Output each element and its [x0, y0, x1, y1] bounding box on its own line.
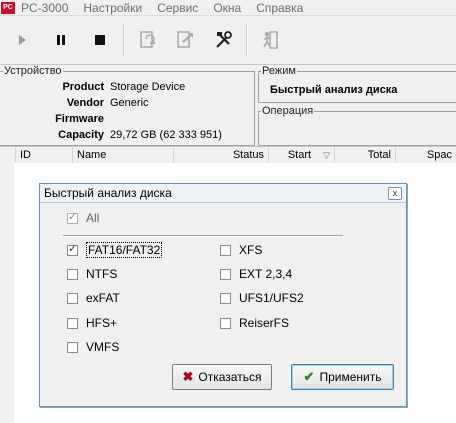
task-export-button[interactable] — [175, 30, 195, 50]
play-icon — [19, 35, 26, 45]
tools-button[interactable] — [214, 30, 234, 50]
cancel-button-label: Отказаться — [198, 370, 262, 384]
product-label: Product — [62, 81, 104, 93]
checkbox-reiserfs-label: ReiserFS — [239, 316, 290, 330]
column-spacer — [0, 147, 16, 163]
checkbox-reiserfs[interactable]: ReiserFS — [220, 315, 289, 331]
checkbox-xfs-label: XFS — [239, 243, 263, 257]
dialog-titlebar[interactable]: Быстрый анализ диска x — [40, 184, 406, 203]
dialog-title: Быстрый анализ диска — [44, 186, 172, 200]
info-row-vendor: Vendor Generic — [0, 97, 250, 113]
stop-icon — [95, 35, 105, 45]
vendor-value: Generic — [110, 97, 149, 109]
checkbox-ufs[interactable]: UFS1/UFS2 — [220, 290, 304, 306]
vendor-label: Vendor — [66, 97, 104, 109]
column-id[interactable]: ID — [16, 147, 73, 163]
column-space[interactable]: Spac — [396, 147, 456, 163]
checkbox-vmfs-box[interactable] — [67, 341, 78, 353]
device-group-title: Устройство — [3, 65, 63, 77]
capacity-value: 29,72 GB (62 333 951) — [110, 129, 222, 141]
operation-group: Операция — [258, 105, 456, 146]
menu-bar: PC PC-3000 Настройки Сервис Окна Справка — [0, 0, 456, 16]
checkbox-ext-box[interactable] — [220, 268, 231, 280]
info-row-capacity: Capacity 29,72 GB (62 333 951) — [0, 129, 250, 145]
table-left-strip — [0, 163, 14, 423]
apply-button-label: Применить — [319, 370, 382, 384]
checkbox-ufs-label: UFS1/UFS2 — [239, 291, 304, 305]
column-total[interactable]: Total — [335, 147, 396, 163]
fs-select-dialog: Быстрый анализ диска x ✓ All ✓ FAT16/FAT… — [39, 183, 407, 407]
column-start[interactable]: Start ▽ — [269, 147, 335, 163]
checkbox-ntfs-box[interactable] — [67, 268, 78, 280]
checkbox-fat-box[interactable]: ✓ — [67, 242, 78, 256]
checkbox-hfs[interactable]: HFS+ — [67, 315, 117, 331]
checkbox-reiserfs-box[interactable] — [220, 317, 231, 329]
checkbox-all[interactable]: ✓ All — [67, 210, 99, 226]
check-icon: ✓ — [68, 210, 78, 223]
toolbar-separator — [123, 24, 125, 56]
info-row-firmware: Firmware — [0, 113, 250, 129]
checkbox-exfat-box[interactable] — [67, 292, 78, 304]
checkbox-ext[interactable]: EXT 2,3,4 — [220, 266, 292, 282]
checkbox-ntfs-label: NTFS — [86, 267, 118, 281]
checkbox-all-label: All — [86, 211, 100, 225]
info-row-product: Product Storage Device — [0, 81, 250, 97]
dialog-close-button[interactable]: x — [388, 187, 402, 200]
app-logo: PC — [1, 1, 15, 14]
checkbox-xfs[interactable]: XFS — [220, 242, 262, 258]
checkbox-ext-label: EXT 2,3,4 — [239, 267, 293, 281]
checkbox-xfs-box[interactable] — [220, 244, 231, 256]
check-icon: ✓ — [68, 242, 78, 255]
exit-icon — [263, 31, 278, 49]
checkbox-fat-label: FAT16/FAT32 — [86, 242, 163, 258]
sort-indicator-icon: ▽ — [323, 150, 330, 160]
cancel-button[interactable]: ✖ Отказаться — [172, 364, 272, 390]
checkbox-exfat-label: exFAT — [86, 291, 120, 305]
column-start-label: Start — [287, 149, 312, 161]
table-header: ID Name Status Start ▽ Total Spac — [0, 146, 456, 164]
menu-settings[interactable]: Настройки — [83, 1, 142, 15]
app-title: PC-3000 — [21, 0, 69, 15]
close-icon: x — [392, 188, 398, 198]
task-refresh-button[interactable] — [138, 30, 158, 50]
checkbox-vmfs-label: VMFS — [86, 340, 120, 354]
checkbox-exfat[interactable]: exFAT — [67, 290, 120, 306]
device-group: Устройство Product Storage Device Vendor… — [0, 65, 255, 146]
stop-button[interactable] — [90, 30, 110, 50]
task-refresh-icon — [140, 31, 156, 48]
capacity-label: Capacity — [58, 129, 104, 141]
checkbox-ufs-box[interactable] — [220, 292, 231, 304]
firmware-label: Firmware — [55, 113, 104, 125]
pause-button[interactable] — [51, 30, 71, 50]
toolbar — [0, 16, 456, 65]
task-export-icon — [177, 31, 193, 48]
pause-icon — [57, 35, 65, 45]
toolbar-separator — [246, 24, 248, 56]
exit-button[interactable] — [260, 30, 280, 50]
menu-help[interactable]: Справка — [256, 1, 303, 15]
checkbox-hfs-box[interactable] — [67, 317, 78, 329]
checkbox-hfs-label: HFS+ — [86, 316, 118, 330]
menu-windows[interactable]: Окна — [213, 1, 241, 15]
apply-button[interactable]: ✔ Применить — [291, 364, 394, 390]
play-button[interactable] — [12, 30, 32, 50]
cancel-icon: ✖ — [182, 369, 194, 384]
dialog-divider — [63, 235, 343, 237]
menu-service[interactable]: Сервис — [157, 1, 198, 15]
column-status[interactable]: Status — [174, 147, 269, 163]
tools-icon — [216, 31, 232, 48]
product-value: Storage Device — [110, 81, 186, 93]
apply-icon: ✔ — [303, 369, 315, 384]
checkbox-fat[interactable]: ✓ FAT16/FAT32 — [67, 242, 163, 258]
checkbox-vmfs[interactable]: VMFS — [67, 339, 119, 355]
column-name[interactable]: Name — [73, 147, 174, 163]
checkbox-ntfs[interactable]: NTFS — [67, 266, 117, 282]
operation-group-title: Операция — [261, 105, 315, 117]
mode-group: Режим Быстрый анализ диска — [258, 65, 456, 103]
mode-value: Быстрый анализ диска — [270, 84, 398, 96]
mode-group-title: Режим — [261, 65, 297, 77]
checkbox-all-box[interactable]: ✓ — [67, 210, 78, 224]
